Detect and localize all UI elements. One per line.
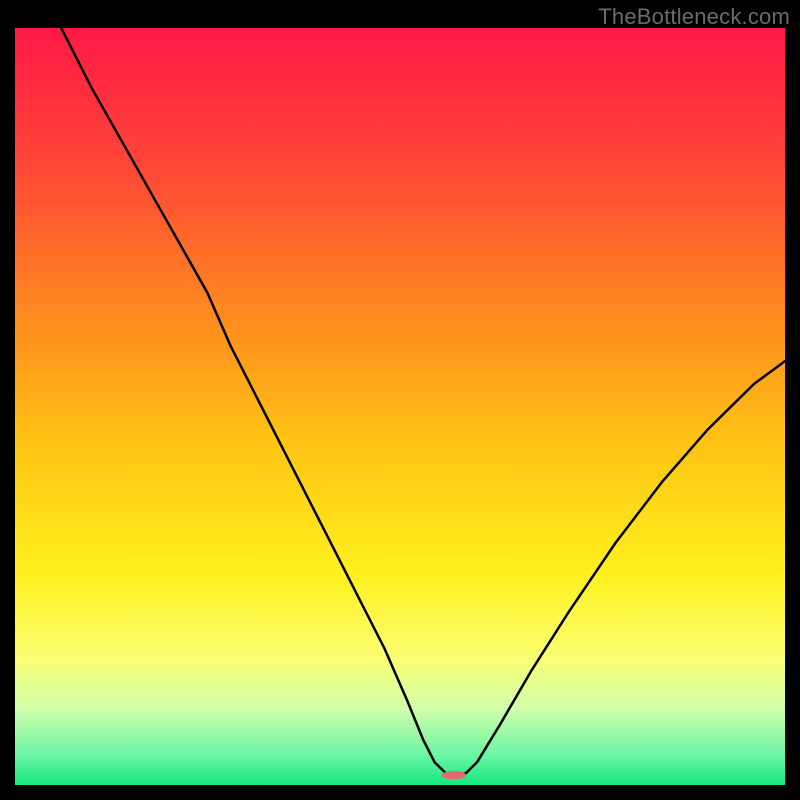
optimal-marker <box>442 771 467 779</box>
chart-svg <box>15 28 785 785</box>
chart-background <box>15 28 785 785</box>
plot-area <box>15 28 785 785</box>
watermark-text: TheBottleneck.com <box>598 4 790 30</box>
chart-frame: TheBottleneck.com <box>0 0 800 800</box>
